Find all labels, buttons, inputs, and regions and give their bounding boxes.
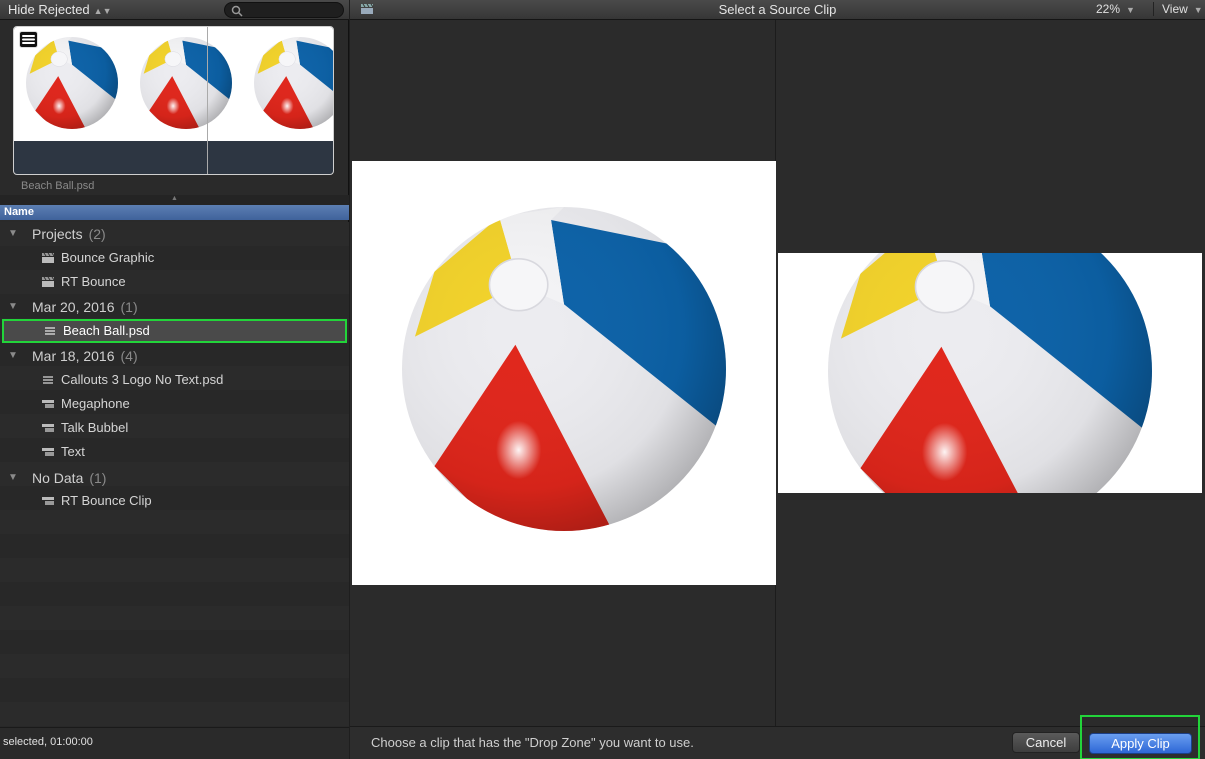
list-item-megaphone[interactable]: Megaphone bbox=[0, 392, 349, 416]
disclosure-triangle-icon[interactable]: ▼ bbox=[8, 344, 18, 368]
cancel-button[interactable]: Cancel bbox=[1012, 732, 1080, 753]
beach-ball-thumbnail bbox=[254, 37, 334, 129]
disclosure-triangle-icon[interactable]: ▼ bbox=[8, 466, 18, 490]
disclosure-triangle-icon[interactable]: ▼ bbox=[8, 222, 18, 246]
source-clip-viewer: Select a Source Clip 22% ▼ View ▼ Choose a… bbox=[350, 0, 1205, 759]
viewer-toolbar: Select a Source Clip 22% ▼ View ▼ bbox=[350, 0, 1205, 20]
event-browser: Hide Rejected ▲▼ Beach Ball.psd ▲ Name ▼ … bbox=[0, 0, 349, 759]
compound-clip-icon bbox=[42, 448, 54, 456]
compound-clip-icon bbox=[42, 400, 54, 408]
item-label: Megaphone bbox=[61, 396, 130, 411]
list-item-talk-bubbel[interactable]: Talk Bubbel bbox=[0, 416, 349, 440]
project-clapper-icon bbox=[42, 276, 55, 287]
chevron-down-icon: ▼ bbox=[1126, 5, 1135, 15]
group-projects[interactable]: ▼ Projects (2) bbox=[0, 222, 349, 246]
group-count: (1) bbox=[89, 470, 107, 486]
chevron-down-icon: ▼ bbox=[1193, 5, 1203, 15]
pane-divider[interactable]: ▲ bbox=[0, 195, 349, 205]
list-item-rt-bounce-clip[interactable]: RT Bounce Clip bbox=[0, 489, 349, 513]
list-item-text[interactable]: Text bbox=[0, 440, 349, 464]
view-menu[interactable]: View ▼ bbox=[1153, 2, 1203, 16]
view-label: View bbox=[1162, 2, 1188, 16]
group-label: No Data bbox=[32, 470, 84, 486]
drop-zone-canvas bbox=[778, 253, 1202, 493]
clip-preview-right[interactable] bbox=[777, 20, 1205, 726]
layered-graphic-icon bbox=[45, 327, 55, 335]
beach-ball-thumbnail bbox=[26, 37, 118, 129]
item-label: Beach Ball.psd bbox=[63, 323, 150, 338]
item-label: Text bbox=[61, 444, 85, 459]
skimmer-playhead[interactable] bbox=[207, 27, 208, 174]
group-mar-20-2016[interactable]: ▼ Mar 20, 2016 (1) bbox=[0, 295, 349, 319]
beach-ball-image bbox=[402, 207, 726, 531]
compound-clip-icon bbox=[42, 497, 54, 505]
disclosure-triangle-icon[interactable]: ▼ bbox=[8, 295, 18, 319]
group-no-data[interactable]: ▼ No Data (1) bbox=[0, 466, 349, 490]
group-label: Mar 18, 2016 bbox=[32, 348, 115, 364]
group-count: (4) bbox=[120, 348, 138, 364]
beach-ball-image bbox=[828, 253, 1152, 493]
compound-clip-icon bbox=[42, 424, 54, 432]
list-item-beach-ball-psd[interactable]: Beach Ball.psd bbox=[2, 319, 347, 343]
list-item-rt-bounce[interactable]: RT Bounce bbox=[0, 270, 349, 294]
group-label: Projects bbox=[32, 226, 83, 242]
group-label: Mar 20, 2016 bbox=[32, 299, 115, 315]
filmstrip-clip-name: Beach Ball.psd bbox=[21, 180, 95, 192]
preview-canvas bbox=[352, 161, 776, 585]
viewer-title: Select a Source Clip bbox=[718, 2, 837, 17]
beach-ball-thumbnail bbox=[140, 37, 232, 129]
project-clapper-icon bbox=[42, 252, 55, 263]
item-label: RT Bounce bbox=[61, 274, 126, 289]
browser-toolbar: Hide Rejected ▲▼ bbox=[0, 0, 349, 20]
item-label: Talk Bubbel bbox=[61, 420, 129, 435]
layered-graphic-icon bbox=[19, 31, 38, 48]
group-mar-18-2016[interactable]: ▼ Mar 18, 2016 (4) bbox=[0, 344, 349, 368]
list-item-callouts-3-logo[interactable]: Callouts 3 Logo No Text.psd bbox=[0, 368, 349, 392]
drag-handle-icon: ▲ bbox=[171, 195, 178, 202]
clip-list: ▼ Projects (2) Bounce Graphic RT Bounce ▼… bbox=[0, 222, 349, 727]
clip-filmstrip[interactable] bbox=[13, 26, 334, 175]
viewer-footer: Choose a clip that has the "Drop Zone" y… bbox=[350, 715, 1205, 759]
updown-arrows-icon: ▲▼ bbox=[93, 6, 112, 16]
zoom-value: 22% bbox=[1096, 2, 1121, 16]
clip-preview-left[interactable] bbox=[350, 20, 776, 726]
apply-highlight: Apply Clip bbox=[1080, 715, 1200, 759]
apply-clip-button[interactable]: Apply Clip bbox=[1089, 733, 1192, 754]
group-count: (2) bbox=[88, 226, 106, 242]
instruction-text: Choose a clip that has the "Drop Zone" y… bbox=[371, 735, 694, 750]
filter-label: Hide Rejected bbox=[8, 2, 90, 17]
search-icon bbox=[231, 5, 243, 17]
selection-status: selected, 01:00:00 bbox=[0, 727, 349, 759]
item-label: RT Bounce Clip bbox=[61, 493, 152, 508]
item-label: Bounce Graphic bbox=[61, 250, 155, 265]
item-label: Callouts 3 Logo No Text.psd bbox=[61, 372, 224, 387]
zoom-popup[interactable]: 22% ▼ bbox=[1096, 2, 1135, 16]
search-field[interactable] bbox=[224, 2, 344, 18]
group-count: (1) bbox=[120, 299, 138, 315]
list-item-bounce-graphic[interactable]: Bounce Graphic bbox=[0, 246, 349, 270]
layered-graphic-icon bbox=[43, 376, 53, 384]
column-header-name[interactable]: Name bbox=[0, 205, 349, 220]
filter-popup[interactable]: Hide Rejected ▲▼ bbox=[8, 2, 111, 17]
filmstrip-frames bbox=[14, 27, 334, 141]
